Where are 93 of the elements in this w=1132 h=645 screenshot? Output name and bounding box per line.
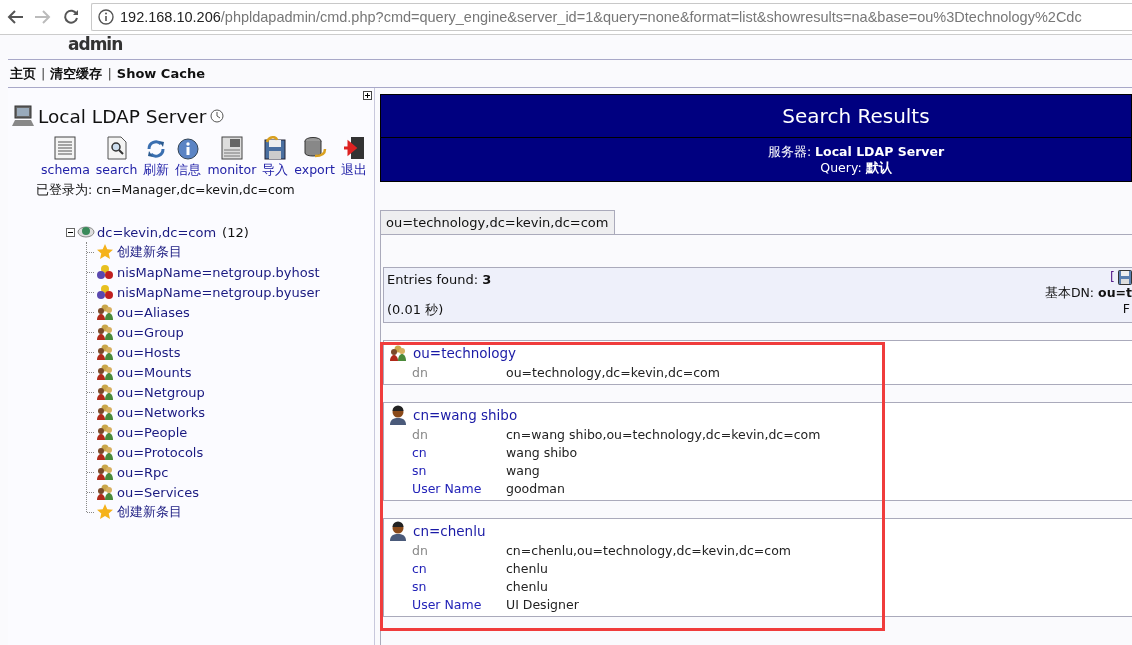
people-group-icon	[96, 483, 114, 501]
tree-item[interactable]: ou=Group	[117, 324, 184, 340]
toolbar-link[interactable]: 退出	[340, 162, 367, 179]
attribute-value: UI Designer	[506, 596, 580, 614]
people-group-icon	[96, 383, 114, 401]
database-icon[interactable]	[302, 136, 327, 160]
tree-root[interactable]: dc=kevin,dc=com	[97, 224, 217, 240]
tree-item[interactable]: nisMapName=netgroup.byhost	[117, 264, 320, 280]
door-icon[interactable]	[342, 136, 365, 160]
star-icon	[97, 504, 113, 520]
attribute-name: User Name	[412, 480, 483, 498]
attribute-name: User Name	[412, 596, 483, 614]
star-icon	[97, 244, 113, 260]
attribute-value: wang	[506, 462, 541, 480]
attribute-name: dn	[412, 364, 429, 382]
magnifier-icon[interactable]	[106, 136, 127, 160]
tree-item[interactable]: ou=Protocols	[117, 444, 204, 460]
entry-title[interactable]: cn=chenlu	[413, 523, 486, 539]
tree-item[interactable]: ou=Netgroup	[117, 384, 205, 400]
menu-separator: |	[41, 66, 46, 81]
entry-count: (12)	[222, 224, 249, 240]
column-3-text: F	[1122, 301, 1130, 317]
toolbar-link[interactable]: search	[95, 162, 138, 177]
toolbar-link[interactable]: schema	[41, 162, 90, 177]
people-group-icon	[96, 443, 114, 461]
back-arrow-icon[interactable]	[6, 9, 24, 25]
people-group-icon	[96, 423, 114, 441]
attribute-value: chenlu	[506, 560, 549, 578]
colored-balls-icon	[96, 264, 114, 280]
person-icon	[388, 521, 408, 541]
attribute-name: cn	[412, 444, 428, 462]
menu-separator: |	[107, 66, 112, 81]
menu-link[interactable]: 清空缓存	[50, 64, 103, 83]
expand-panel-icon[interactable]	[363, 91, 372, 100]
computer-icon	[12, 105, 34, 127]
tree-item[interactable]: ou=Rpc	[117, 464, 169, 480]
colored-balls-icon	[96, 284, 114, 300]
logo-text: admin	[68, 35, 123, 54]
server-line: 服务器: Local LDAP Server	[766, 144, 946, 160]
attribute-value: cn=wang shibo,ou=technology,dc=kevin,dc=com	[506, 426, 821, 444]
tree-item[interactable]: ou=Mounts	[117, 364, 192, 380]
attribute-value: wang shibo	[506, 444, 579, 462]
people-group-icon	[389, 344, 407, 362]
tree-item[interactable]: 创建新条目	[117, 503, 182, 521]
attribute-name: sn	[412, 462, 428, 480]
bracket-text: [	[1110, 269, 1115, 285]
attribute-value: cn=chenlu,ou=technology,dc=kevin,dc=com	[506, 542, 791, 560]
toolbar-link[interactable]: 信息	[175, 162, 202, 179]
address-field[interactable]: 192.168.10.206/phpldapadmin/cmd.php?cmd=query_engine&server_id=1&query=none&format=list&showresults=na&base=ou%3Dtechnology%2Cdc	[91, 3, 1132, 31]
server-title: Local LDAP Server	[38, 105, 207, 127]
attribute-value: chenlu	[506, 578, 549, 596]
people-group-icon	[96, 303, 114, 321]
attribute-name: dn	[412, 426, 429, 444]
toolbar-link[interactable]: monitor	[207, 162, 257, 177]
query-line: Query: 默认	[819, 160, 893, 176]
tree-item[interactable]: nisMapName=netgroup.byuser	[117, 284, 320, 300]
toolbar-link[interactable]: 导入	[262, 162, 289, 179]
tab[interactable]: ou=technology,dc=kevin,dc=com	[380, 210, 615, 234]
logged-in-text: 已登录为: cn=Manager,dc=kevin,dc=com	[36, 182, 296, 199]
menu-link[interactable]: Show Cache	[116, 66, 205, 81]
people-group-icon	[96, 363, 114, 381]
tree-item[interactable]: ou=Hosts	[117, 344, 181, 360]
attribute-name: cn	[412, 560, 428, 578]
results-title: Search Results	[381, 95, 1131, 138]
attribute-value: goodman	[506, 480, 566, 498]
tree-item[interactable]: ou=People	[117, 424, 188, 440]
menu-link[interactable]: 主页	[10, 64, 36, 83]
base-dn-text: 基本DN: ou=t	[1044, 285, 1132, 301]
attribute-value: ou=technology,dc=kevin,dc=com	[506, 364, 720, 382]
people-group-icon	[96, 463, 114, 481]
attribute-name: sn	[412, 578, 428, 596]
entry-title[interactable]: cn=wang shibo	[413, 407, 518, 423]
tree-item[interactable]: 创建新条目	[117, 243, 182, 261]
people-group-icon	[96, 403, 114, 421]
info-icon[interactable]	[98, 9, 114, 25]
panel-icon[interactable]	[220, 136, 243, 160]
tree-item[interactable]: ou=Networks	[117, 404, 206, 420]
toolbar-link[interactable]: 刷新	[143, 162, 170, 179]
collapse-toggle-icon[interactable]	[66, 227, 75, 237]
document-icon[interactable]	[54, 136, 77, 160]
people-group-icon	[96, 323, 114, 341]
reload-icon[interactable]	[63, 9, 79, 25]
entries-found-text: Entries found: 3	[387, 272, 492, 287]
tree-item[interactable]: ou=Services	[117, 484, 199, 500]
clock-icon[interactable]	[210, 109, 225, 123]
attribute-name: dn	[412, 542, 429, 560]
tree-item[interactable]: ou=Aliases	[117, 304, 190, 320]
entry-title[interactable]: ou=technology	[413, 345, 517, 361]
info-icon[interactable]	[177, 138, 200, 160]
person-icon	[388, 405, 408, 425]
toolbar-link[interactable]: export	[294, 162, 335, 177]
people-group-icon	[96, 343, 114, 361]
search-time: (0.01 秒)	[387, 301, 445, 319]
